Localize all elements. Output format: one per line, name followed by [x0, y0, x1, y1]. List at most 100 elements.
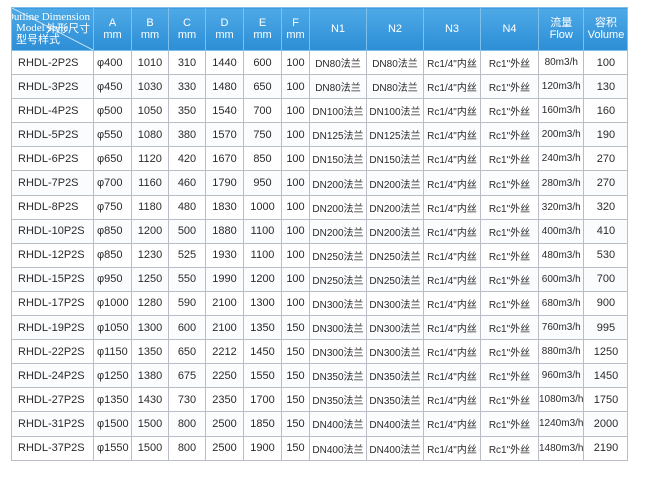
n3-cell: Rc1/4"内丝 — [423, 74, 481, 100]
flow-cell: 120m3/h — [537, 74, 585, 100]
dim-d-cell: 2500 — [205, 435, 244, 461]
dim-f-cell: 150 — [281, 339, 310, 365]
dim-d-cell: 2500 — [205, 411, 244, 437]
dim-d-cell: 1440 — [205, 49, 244, 76]
flow-cell: 80m3/h — [537, 49, 585, 76]
n1-cell: DN300法兰 — [309, 315, 367, 341]
dim-a-cell: φ1000 — [93, 290, 132, 317]
table-row: RHDL-2P2S φ400 1010 310 1440 600 100 DN80法兰 DN80… — [11, 49, 629, 76]
table-row: RHDL-37P2S φ1550 1500 800 2500 1900 150 DN400法兰… — [11, 435, 629, 461]
volume-cell: 270 — [583, 146, 629, 172]
dim-a-cell: φ1150 — [93, 339, 132, 365]
volume-cell: 320 — [583, 194, 629, 220]
volume-cell: 190 — [583, 122, 629, 148]
dim-f-cell: 100 — [281, 49, 310, 76]
n4-cell: Rc1"外丝 — [480, 315, 539, 341]
table-row: RHDL-8P2S φ750 1180 480 1830 1000 100 DN200法兰 DN… — [11, 194, 629, 220]
dim-d-cell: 1480 — [205, 74, 244, 100]
dim-b-cell: 1300 — [131, 315, 169, 341]
corner-en-bottom: Model style — [16, 22, 69, 34]
table-row: RHDL-27P2S φ1350 1430 730 2350 1700 150 DN350法兰… — [11, 387, 629, 413]
dim-c-cell: 800 — [168, 435, 206, 461]
dim-f-cell: 100 — [281, 218, 310, 244]
dim-f-cell: 100 — [281, 290, 310, 317]
col-header-c: Cmm — [168, 7, 206, 51]
model-cell: RHDL-6P2S — [11, 146, 94, 172]
col-header-b: Bmm — [131, 7, 169, 51]
volume-cell: 1750 — [583, 387, 629, 413]
n4-cell: Rc1"外丝 — [480, 290, 539, 317]
n4-cell: Rc1"外丝 — [480, 74, 539, 100]
dim-f-cell: 100 — [281, 194, 310, 220]
table-row: RHDL-24P2S φ1250 1380 675 2250 1550 150 DN350法兰… — [11, 363, 629, 389]
n1-cell: DN200法兰 — [309, 218, 367, 244]
n2-cell: DN125法兰 — [366, 122, 424, 148]
col-header-n3: N3 — [423, 7, 481, 51]
col-header-n4: N4 — [480, 7, 539, 51]
n3-cell: Rc1/4"内丝 — [423, 98, 481, 124]
dim-d-cell: 2212 — [205, 339, 244, 365]
n4-cell: Rc1"外丝 — [480, 242, 539, 268]
dim-a-cell: φ400 — [93, 49, 132, 76]
n4-cell: Rc1"外丝 — [480, 98, 539, 124]
volume-cell: 160 — [583, 98, 629, 124]
dim-b-cell: 1050 — [131, 98, 169, 124]
dim-b-cell: 1350 — [131, 339, 169, 365]
n4-cell: Rc1"外丝 — [480, 218, 539, 244]
table-row: RHDL-31P2S φ1500 1500 800 2500 1850 150 DN400法兰… — [11, 411, 629, 437]
flow-cell: 1080m3/h — [537, 387, 585, 413]
col-header-e: Emm — [243, 7, 282, 51]
dim-d-cell: 1990 — [205, 266, 244, 292]
col-header-n1: N1 — [309, 7, 367, 51]
volume-cell: 100 — [583, 49, 629, 76]
table-row: RHDL-4P2S φ500 1050 350 1540 700 100 DN100法兰 DN1… — [11, 98, 629, 124]
dim-e-cell: 1550 — [243, 363, 282, 389]
flow-cell: 1480m3/h — [537, 435, 585, 461]
dim-e-cell: 950 — [243, 170, 282, 196]
model-cell: RHDL-7P2S — [11, 170, 94, 196]
table-row: RHDL-6P2S φ650 1120 420 1670 850 100 DN150法兰 DN1… — [11, 146, 629, 172]
n2-cell: DN350法兰 — [366, 387, 424, 413]
dim-d-cell: 1790 — [205, 170, 244, 196]
n1-cell: DN125法兰 — [309, 122, 367, 148]
n3-cell: Rc1/4"内丝 — [423, 435, 481, 461]
n4-cell: Rc1"外丝 — [480, 411, 539, 437]
dim-e-cell: 1100 — [243, 242, 282, 268]
table-row: RHDL-17P2S φ1000 1280 590 2100 1300 100 DN300法兰… — [11, 290, 629, 317]
n3-cell: Rc1/4"内丝 — [423, 363, 481, 389]
n2-cell: DN250法兰 — [366, 266, 424, 292]
dim-b-cell: 1160 — [131, 170, 169, 196]
dim-c-cell: 460 — [168, 170, 206, 196]
dim-b-cell: 1500 — [131, 411, 169, 437]
n3-cell: Rc1/4"内丝 — [423, 315, 481, 341]
n4-cell: Rc1"外丝 — [480, 266, 539, 292]
model-cell: RHDL-15P2S — [11, 266, 94, 292]
corner-cn-bottom: 型号样式 — [16, 34, 60, 46]
dim-e-cell: 850 — [243, 146, 282, 172]
flow-cell: 320m3/h — [537, 194, 585, 220]
table-row: RHDL-10P2S φ850 1200 500 1880 1100 100 DN200法兰 D… — [11, 218, 629, 244]
flow-cell: 600m3/h — [537, 266, 585, 292]
n2-cell: DN300法兰 — [366, 339, 424, 365]
flow-cell: 160m3/h — [537, 98, 585, 124]
corner-header: Outline Dimension 外形尺寸 Model style 型号样式 — [11, 7, 94, 51]
n1-cell: DN400法兰 — [309, 435, 367, 461]
n4-cell: Rc1"外丝 — [480, 339, 539, 365]
dim-a-cell: φ1250 — [93, 363, 132, 389]
n4-cell: Rc1"外丝 — [480, 194, 539, 220]
n1-cell: DN80法兰 — [309, 49, 367, 76]
n3-cell: Rc1/4"内丝 — [423, 218, 481, 244]
dim-d-cell: 2350 — [205, 387, 244, 413]
n3-cell: Rc1/4"内丝 — [423, 122, 481, 148]
n2-cell: DN80法兰 — [366, 49, 424, 76]
table-row: RHDL-19P2S φ1050 1300 600 2100 1350 150 DN300法兰… — [11, 315, 629, 341]
flow-cell: 680m3/h — [537, 290, 585, 317]
model-cell: RHDL-3P2S — [11, 74, 94, 100]
n2-cell: DN100法兰 — [366, 98, 424, 124]
dim-c-cell: 800 — [168, 411, 206, 437]
n3-cell: Rc1/4"内丝 — [423, 242, 481, 268]
n4-cell: Rc1"外丝 — [480, 387, 539, 413]
dim-f-cell: 150 — [281, 411, 310, 437]
flow-cell: 200m3/h — [537, 122, 585, 148]
dim-e-cell: 1900 — [243, 435, 282, 461]
